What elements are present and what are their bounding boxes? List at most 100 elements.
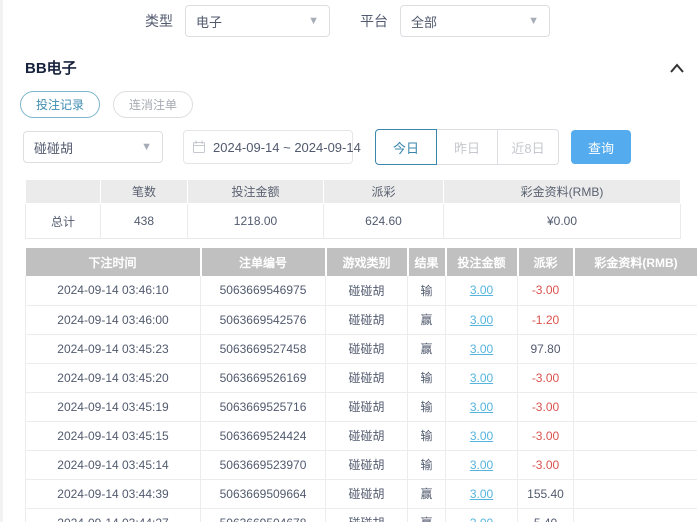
result-cell: 输	[408, 421, 446, 450]
summary-header-row: 笔数 投注金额 派彩 彩金资料(RMB)	[26, 180, 681, 204]
bonus-cell	[574, 305, 697, 334]
date-range-input[interactable]: 2024-09-14 ~ 2024-09-14	[183, 130, 353, 164]
header-bet-time: 下注时间	[26, 248, 201, 276]
result-cell: 赢	[408, 305, 446, 334]
game-category-cell: 碰碰胡	[326, 363, 408, 392]
yesterday-button[interactable]: 昨日	[436, 129, 498, 165]
header-payout: 派彩	[518, 248, 574, 276]
bonus-cell	[574, 421, 697, 450]
today-button[interactable]: 今日	[375, 129, 437, 165]
order-number-cell: 5063669526169	[201, 363, 326, 392]
summary-total-bonus: ¥0.00	[444, 204, 681, 239]
tab-label: 连消注单	[129, 96, 177, 113]
table-row: 2024-09-14 03:45:19 5063669525716 碰碰胡 输 …	[26, 392, 697, 421]
result-cell: 输	[408, 450, 446, 479]
game-category-cell: 碰碰胡	[326, 276, 408, 305]
result-cell: 输	[408, 363, 446, 392]
records-header-row: 下注时间 注单编号 游戏类别 结果 投注金额 派彩 彩金资料(RMB)	[26, 248, 697, 276]
summary-total-label: 总计	[26, 204, 101, 239]
summary-header-bonus: 彩金资料(RMB)	[444, 180, 681, 204]
quick-date-group: 今日 昨日 近8日	[375, 129, 559, 165]
header-game-category: 游戏类别	[326, 248, 408, 276]
result-cell: 输	[408, 392, 446, 421]
game-category-cell: 碰碰胡	[326, 305, 408, 334]
chevron-down-icon: ▼	[308, 16, 319, 27]
type-label: 类型	[145, 11, 173, 31]
order-number-cell: 5063669527458	[201, 334, 326, 363]
game-category-cell: 碰碰胡	[326, 479, 408, 508]
record-tabs: 投注记录 连消注单	[20, 91, 697, 118]
result-cell: 输	[408, 276, 446, 305]
header-result: 结果	[408, 248, 446, 276]
table-row: 2024-09-14 03:45:14 5063669523970 碰碰胡 输 …	[26, 450, 697, 479]
payout-cell: -3.00	[518, 363, 574, 392]
order-number-cell: 5063669509664	[201, 479, 326, 508]
table-row: 2024-09-14 03:44:39 5063669509664 碰碰胡 赢 …	[26, 479, 697, 508]
last-8-days-button[interactable]: 近8日	[497, 129, 559, 165]
tab-label: 投注记录	[36, 96, 84, 113]
order-number-cell: 5063669504678	[201, 508, 326, 522]
result-cell: 赢	[408, 334, 446, 363]
bonus-cell	[574, 276, 697, 305]
game-category-cell: 碰碰胡	[326, 421, 408, 450]
bet-amount-link[interactable]: 3.00	[470, 342, 493, 356]
game-select[interactable]: 碰碰胡 ▼	[23, 131, 163, 163]
chevron-up-icon[interactable]	[669, 62, 685, 74]
bet-amount-link[interactable]: 3.00	[470, 313, 493, 327]
table-row: 2024-09-14 03:45:23 5063669527458 碰碰胡 赢 …	[26, 334, 697, 363]
bet-time-cell: 2024-09-14 03:45:14	[26, 450, 201, 479]
bet-amount-link[interactable]: 3.00	[470, 458, 493, 472]
game-category-cell: 碰碰胡	[326, 508, 408, 522]
game-category-cell: 碰碰胡	[326, 392, 408, 421]
bet-time-cell: 2024-09-14 03:46:00	[26, 305, 201, 334]
summary-total-payout: 624.60	[324, 204, 444, 239]
payout-cell: -3.00	[518, 421, 574, 450]
bb-electronic-section: BB电子 投注记录 连消注单 碰碰胡 ▼ 2024-09-14 ~ 2024-	[0, 57, 697, 522]
game-category-cell: 碰碰胡	[326, 334, 408, 363]
bet-amount-link[interactable]: 3.00	[470, 516, 493, 522]
bet-time-cell: 2024-09-14 03:46:10	[26, 276, 201, 305]
table-row: 2024-09-14 03:45:15 5063669524424 碰碰胡 输 …	[26, 421, 697, 450]
platform-select[interactable]: 全部 ▼	[400, 5, 550, 37]
bonus-cell	[574, 392, 697, 421]
platform-label: 平台	[360, 11, 388, 31]
bonus-cell	[574, 508, 697, 522]
bet-time-cell: 2024-09-14 03:45:15	[26, 421, 201, 450]
bonus-cell	[574, 363, 697, 392]
result-cell: 赢	[408, 508, 446, 522]
bet-time-cell: 2024-09-14 03:45:23	[26, 334, 201, 363]
order-number-cell: 5063669546975	[201, 276, 326, 305]
bonus-cell	[574, 334, 697, 363]
bet-records-table: 下注时间 注单编号 游戏类别 结果 投注金额 派彩 彩金资料(RMB) 2024…	[25, 248, 697, 522]
tab-bet-records[interactable]: 投注记录	[20, 91, 100, 118]
summary-header-count: 笔数	[101, 180, 188, 204]
summary-total-count: 438	[101, 204, 188, 239]
section-header: BB电子	[25, 57, 697, 78]
bet-time-cell: 2024-09-14 03:45:20	[26, 363, 201, 392]
payout-cell: -3.00	[518, 450, 574, 479]
bet-time-cell: 2024-09-14 03:44:27	[26, 508, 201, 522]
query-filter-row: 碰碰胡 ▼ 2024-09-14 ~ 2024-09-14 今日 昨日 近8日 …	[23, 129, 697, 165]
tab-cancelled-orders[interactable]: 连消注单	[113, 91, 193, 118]
bet-amount-link[interactable]: 3.00	[470, 429, 493, 443]
summary-total-row: 总计 438 1218.00 624.60 ¥0.00	[26, 204, 681, 239]
summary-total-bet: 1218.00	[188, 204, 324, 239]
payout-cell: 97.80	[518, 334, 574, 363]
bet-amount-link[interactable]: 3.00	[470, 371, 493, 385]
header-bet-amount: 投注金额	[446, 248, 518, 276]
order-number-cell: 5063669523970	[201, 450, 326, 479]
payout-cell: -3.00	[518, 392, 574, 421]
payout-cell: 155.40	[518, 479, 574, 508]
bonus-cell	[574, 479, 697, 508]
payout-cell: -1.20	[518, 305, 574, 334]
bet-amount-link[interactable]: 3.00	[470, 487, 493, 501]
query-button[interactable]: 查询	[571, 130, 631, 164]
payout-cell: 5.40	[518, 508, 574, 522]
header-order-number: 注单编号	[201, 248, 326, 276]
date-range-value: 2024-09-14 ~ 2024-09-14	[213, 140, 361, 155]
bet-amount-link[interactable]: 3.00	[470, 400, 493, 414]
type-select[interactable]: 电子 ▼	[185, 5, 330, 37]
bet-amount-link[interactable]: 3.00	[470, 283, 493, 297]
result-cell: 赢	[408, 479, 446, 508]
panel-edge	[0, 0, 3, 522]
